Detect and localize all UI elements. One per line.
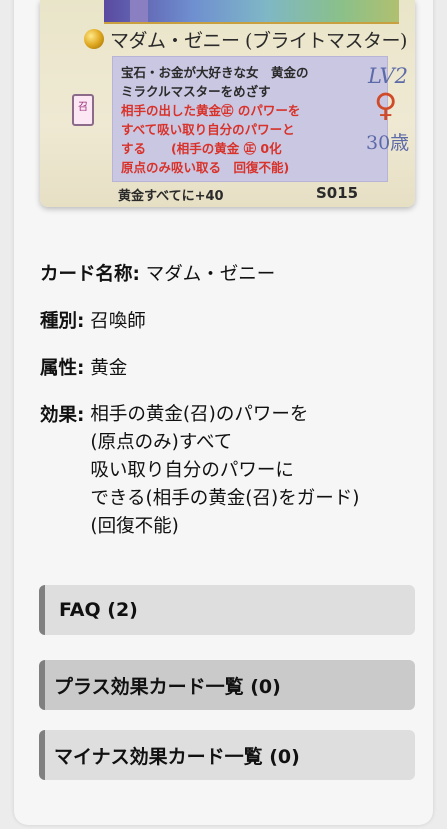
card-name-row: マダム・ゼニー (ブライトマスター) xyxy=(84,26,407,52)
card-text-line: すべて吸い取り自分のパワーと xyxy=(121,122,295,137)
card-text-lines: 宝石・お金が大好きな女 黄金の ミラクルマスターをめざす 相手の出した黄金㊣ の… xyxy=(121,63,309,177)
card-level: LV2 xyxy=(368,64,408,88)
female-symbol-icon: ♀ xyxy=(374,86,398,124)
card-artwork xyxy=(104,0,399,24)
plus-effect-cards-label: プラス効果カード一覧 (0) xyxy=(54,675,281,698)
summon-tag-icon: 召 xyxy=(72,94,94,126)
card-artwork-detail xyxy=(130,0,148,22)
effect-line: できる(相手の黄金(召)をガード) xyxy=(90,488,360,509)
card-text-line: する (相手の黄金 ㊣ 0化 xyxy=(121,141,282,156)
card-text-box: 宝石・お金が大好きな女 黄金の ミラクルマスターをめざす 相手の出した黄金㊣ の… xyxy=(112,56,388,182)
minus-effect-cards-label: マイナス効果カード一覧 (0) xyxy=(54,745,300,768)
card-code: S015 xyxy=(316,184,359,202)
info-value: 黄金 xyxy=(90,358,128,379)
info-key: 属性: xyxy=(40,358,85,379)
card-image: マダム・ゼニー (ブライトマスター) 召 宝石・お金が大好きな女 黄金の ミラク… xyxy=(40,0,415,207)
info-key: 種別: xyxy=(40,311,85,332)
info-card-name: カード名称: マダム・ゼニー xyxy=(40,260,275,286)
effect-lines: 相手の黄金(召)のパワーを (原点のみ)すべて 吸い取り自分のパワーに できる(… xyxy=(90,401,359,541)
faq-section-toggle[interactable]: FAQ (2) xyxy=(39,585,415,635)
minus-effect-cards-toggle[interactable]: マイナス効果カード一覧 (0) xyxy=(39,730,415,780)
card-bonus: 黄金すべてに+40 xyxy=(118,189,224,204)
info-attribute: 属性: 黄金 xyxy=(40,354,127,380)
info-key: カード名称: xyxy=(40,264,140,285)
card-text-line: 相手の出した黄金㊣ のパワーを xyxy=(121,103,301,118)
info-value: マダム・ゼニー xyxy=(145,264,276,285)
effect-line: 吸い取り自分のパワーに xyxy=(90,460,294,481)
effect-line: (原点のみ)すべて xyxy=(90,432,233,453)
faq-section-label: FAQ (2) xyxy=(59,599,138,621)
gold-orb-icon xyxy=(84,29,104,49)
card-text-line: 宝石・お金が大好きな女 黄金の xyxy=(121,65,309,80)
info-key: 効果: xyxy=(40,405,85,426)
card-text-line: ミラクルマスターをめざす xyxy=(121,84,271,99)
effect-line: 相手の黄金(召)のパワーを xyxy=(90,404,309,425)
card-text-line: 原点のみ吸い取る 回復不能) xyxy=(121,160,290,175)
info-effect: 効果: 相手の黄金(召)のパワーを (原点のみ)すべて 吸い取り自分のパワーに … xyxy=(40,401,359,541)
plus-effect-cards-toggle[interactable]: プラス効果カード一覧 (0) xyxy=(39,660,415,710)
card-name-text: マダム・ゼニー (ブライトマスター) xyxy=(110,29,407,52)
info-value: 召喚師 xyxy=(90,311,146,332)
info-type: 種別: 召喚師 xyxy=(40,307,146,333)
effect-line: (回復不能) xyxy=(90,516,179,537)
card-age: 30歳 xyxy=(366,132,410,154)
